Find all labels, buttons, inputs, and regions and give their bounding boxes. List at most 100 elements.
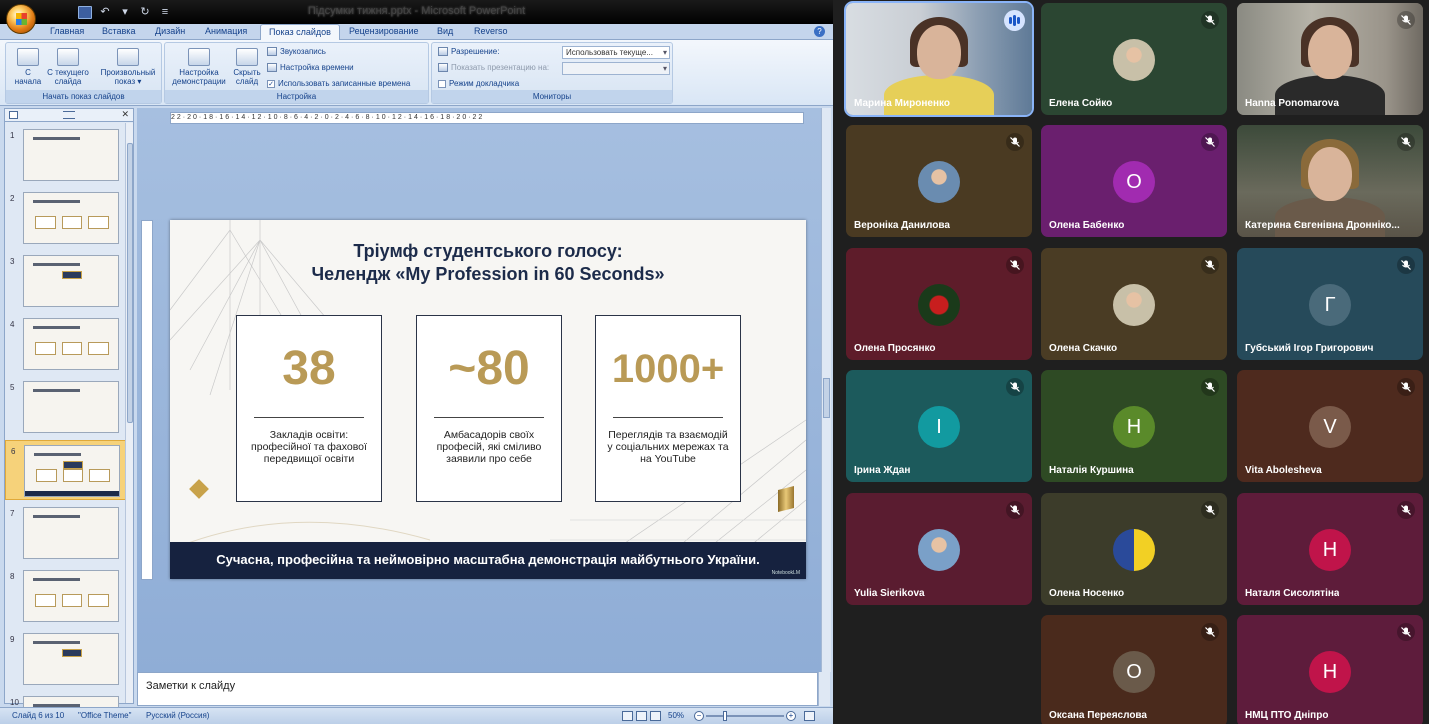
zoom-slider[interactable] [706, 715, 784, 717]
participant-name: Yulia Sierikova [854, 588, 925, 599]
title-line-1: Тріумф студентського голосу: [353, 241, 623, 261]
thumbnail-number: 1 [10, 131, 15, 140]
scroll-thumb[interactable] [823, 378, 830, 418]
muted-mic-icon [1006, 133, 1024, 151]
zoom-slider-thumb[interactable] [723, 711, 727, 721]
participant-tile[interactable]: Hanna Ponomarova [1237, 3, 1423, 115]
tab-review[interactable]: Рецензирование [349, 26, 419, 36]
slide-thumbnail[interactable]: 9 [5, 629, 126, 689]
speaking-indicator-icon [1004, 10, 1025, 31]
record-narration-button[interactable]: Звукозапись [267, 47, 326, 56]
close-icon[interactable]: ✕ [121, 109, 129, 120]
participant-tile[interactable]: Н Наталя Сисолятіна [1237, 493, 1423, 605]
slide-thumbnail[interactable]: 1 [5, 125, 126, 185]
participant-tile[interactable]: Олена Просянко [846, 248, 1032, 360]
play-icon [17, 48, 39, 66]
tab-home[interactable]: Главная [50, 26, 84, 36]
stat-number: ~80 [448, 342, 530, 395]
tab-reverso[interactable]: Reverso [474, 26, 508, 36]
slide-thumbnail[interactable]: 4 [5, 314, 126, 374]
muted-mic-icon [1201, 133, 1219, 151]
thumbnail-number: 3 [10, 257, 15, 266]
body-shape [1275, 75, 1385, 115]
custom-show-button[interactable]: Произвольный показ ▾ [98, 48, 158, 86]
slide-thumbnail[interactable]: 7 [5, 503, 126, 563]
normal-view-icon[interactable] [622, 711, 633, 721]
muted-mic-icon [1397, 133, 1415, 151]
tab-view[interactable]: Вид [437, 26, 453, 36]
editor-scrollbar[interactable] [821, 108, 831, 672]
participant-tile[interactable]: V Vita Abolesheva [1237, 370, 1423, 482]
group-label: Настройка [165, 90, 428, 103]
help-icon[interactable]: ? [814, 26, 825, 37]
slide-counter: Слайд 6 из 10 [12, 711, 65, 720]
from-current-button[interactable]: С текущего слайда [44, 48, 92, 86]
slides-tab-icon[interactable] [9, 111, 18, 119]
muted-mic-icon [1201, 378, 1219, 396]
participant-name: Вероніка Данилова [854, 220, 950, 231]
gold-bar-decoration [778, 486, 794, 512]
language[interactable]: Русский (Россия) [146, 711, 209, 720]
use-timings-checkbox[interactable]: ✓ Использовать записанные времена [267, 79, 410, 88]
group-label: Начать показ слайдов [6, 90, 161, 103]
zoom-in-icon[interactable]: + [786, 711, 796, 721]
fit-window-icon[interactable] [804, 711, 815, 721]
participant-tile[interactable]: Елена Сойко [1041, 3, 1227, 115]
setup-show-button[interactable]: Настройка демонстрации [169, 48, 229, 86]
participant-name: Олена Бабенко [1049, 220, 1125, 231]
slide-thumbnail[interactable]: 6 [5, 440, 126, 500]
show-on-select[interactable] [562, 62, 670, 75]
tab-design[interactable]: Дизайн [155, 26, 185, 36]
sorter-view-icon[interactable] [636, 711, 647, 721]
hide-slide-button[interactable]: Скрыть слайд [229, 48, 265, 86]
participant-name: Олена Скачко [1049, 343, 1118, 354]
resolution-select[interactable]: Использовать текуще... [562, 46, 670, 59]
participant-tile[interactable]: Yulia Sierikova [846, 493, 1032, 605]
participant-tile[interactable]: Катерина Євгенівна Дронніко... [1237, 125, 1423, 237]
from-start-button[interactable]: С начала [10, 48, 46, 86]
participant-tile[interactable]: Олена Скачко [1041, 248, 1227, 360]
avatar-photo [918, 284, 960, 326]
participant-tile[interactable]: Вероніка Данилова [846, 125, 1032, 237]
muted-mic-icon [1006, 256, 1024, 274]
powerpoint-window: ↶ ▾ ↻ ≡ Підсумки тижня.pptx - Microsoft … [0, 0, 833, 724]
presenter-view-checkbox[interactable]: Режим докладчика [438, 79, 519, 88]
rehearse-timings-button[interactable]: Настройка времени [267, 63, 354, 72]
participant-tile[interactable]: Г Губський Ігор Григорович [1237, 248, 1423, 360]
participant-name: Елена Сойко [1049, 98, 1113, 109]
zoom-out-icon[interactable]: − [694, 711, 704, 721]
tab-insert[interactable]: Вставка [102, 26, 135, 36]
outline-tab-icon[interactable] [63, 111, 75, 119]
notes-field[interactable]: Заметки к слайду [137, 672, 818, 706]
slide-thumbnail[interactable]: 3 [5, 251, 126, 311]
office-button[interactable] [6, 4, 36, 34]
participant-name: Марина Мироненко [854, 98, 950, 109]
checkbox-icon [438, 79, 446, 88]
participant-tile[interactable]: О Олена Бабенко [1041, 125, 1227, 237]
participant-tile[interactable]: О Оксана Переяслова [1041, 615, 1227, 724]
slide-thumbnail[interactable]: 8 [5, 566, 126, 626]
group-start-slideshow: С начала С текущего слайда Произвольный … [5, 42, 162, 104]
muted-mic-icon [1397, 11, 1415, 29]
participant-name: Ірина Ждан [854, 465, 911, 476]
thumbnail-number: 7 [10, 509, 15, 518]
participant-tile[interactable]: Н Наталія Куршина [1041, 370, 1227, 482]
current-slide[interactable]: Тріумф студентського голосу: Челендж «My… [170, 220, 806, 579]
participant-tile[interactable]: І Ірина Ждан [846, 370, 1032, 482]
panel-scrollbar[interactable] [125, 123, 133, 703]
slideshow-view-icon[interactable] [650, 711, 661, 721]
stat-caption: Амбасадорів своїх професій, які сміливо … [436, 429, 542, 465]
person-silhouette [917, 25, 961, 79]
tab-slideshow[interactable]: Показ слайдов [260, 24, 340, 41]
participant-tile[interactable]: Марина Мироненко [844, 1, 1034, 117]
tab-animation[interactable]: Анимация [205, 26, 247, 36]
participant-tile[interactable]: Олена Носенко [1041, 493, 1227, 605]
slide-thumbnail[interactable]: 2 [5, 188, 126, 248]
notes-scrollbar[interactable] [818, 672, 830, 706]
avatar-photo [918, 161, 960, 203]
participant-tile[interactable]: Н НМЦ ПТО Дніпро [1237, 615, 1423, 724]
thumbnail-preview [23, 507, 119, 559]
zoom-level[interactable]: 50% [668, 711, 684, 720]
scroll-thumb[interactable] [127, 143, 133, 423]
slide-thumbnail[interactable]: 5 [5, 377, 126, 437]
